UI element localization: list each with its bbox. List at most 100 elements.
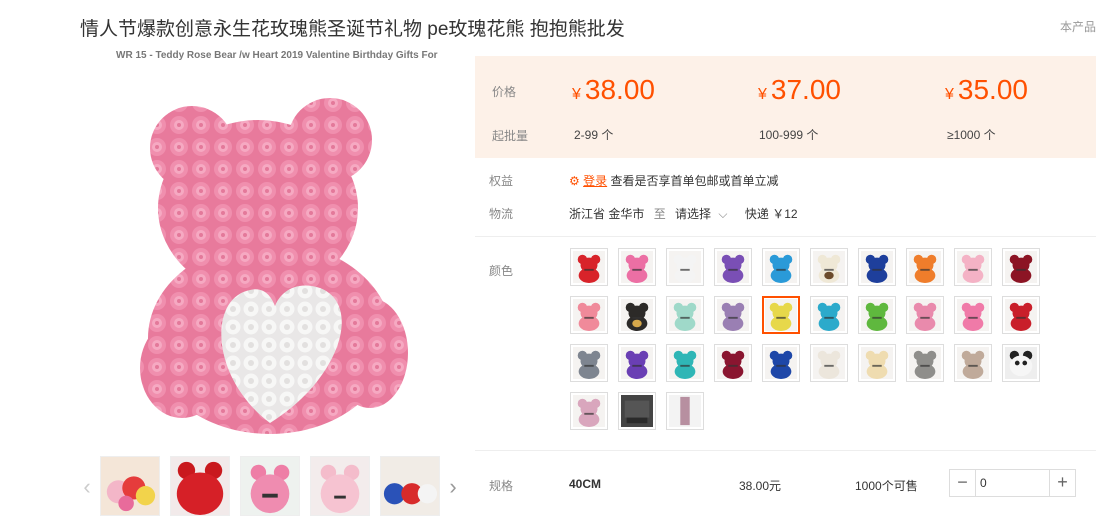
thumbnail-prev-icon[interactable]: ‹ [80, 474, 94, 500]
benefits-text: 查看是否享首单包邮或首单立减 [610, 174, 779, 188]
rose-bear-illustration [140, 98, 408, 434]
color-swatch-image [669, 395, 701, 427]
color-swatch[interactable] [1002, 296, 1040, 334]
color-swatch[interactable] [906, 248, 944, 286]
colors-label: 颜色 [489, 264, 514, 278]
color-swatch[interactable] [954, 248, 992, 286]
color-swatch[interactable] [762, 296, 800, 334]
color-swatch[interactable] [618, 248, 656, 286]
color-swatch[interactable] [858, 344, 896, 382]
currency-symbol: ¥ [945, 86, 954, 103]
color-swatch[interactable] [810, 296, 848, 334]
thumbnail[interactable] [380, 456, 440, 516]
thumbnail-strip: ‹ › [80, 456, 470, 518]
product-title: 情人节爆款创意永生花玫瑰熊圣诞节礼物 pe玫瑰花熊 抱抱熊批发 [80, 19, 625, 40]
color-swatch-image [909, 347, 941, 379]
chevron-down-icon: ⌵ [718, 207, 728, 221]
color-swatch-image [813, 251, 845, 283]
color-swatch-image [957, 299, 989, 331]
color-swatch[interactable] [810, 344, 848, 382]
thumbnail[interactable] [310, 456, 370, 516]
color-swatch[interactable] [714, 296, 752, 334]
color-swatch[interactable] [618, 296, 656, 334]
price-tier-3: ¥35.00 [945, 74, 1028, 106]
color-swatch-image [1005, 347, 1037, 379]
price-value: 35.00 [957, 74, 1028, 105]
currency-symbol: ¥ [758, 86, 767, 103]
color-swatch-image [861, 347, 893, 379]
color-swatch[interactable] [570, 296, 608, 334]
price-panel: 价格 起批量 ¥38.00 ¥37.00 ¥35.00 2-99 个 100-9… [475, 56, 1096, 158]
color-swatch-image [573, 347, 605, 379]
image-caption: WR 15 - Teddy Rose Bear /w Heart 2019 Va… [116, 50, 438, 61]
price-value: 37.00 [770, 74, 841, 105]
thumbnail[interactable] [100, 456, 160, 516]
logistics-row: 物流 浙江省 金华市 至 请选择 ⌵ 快递 ￥12 [475, 205, 1096, 221]
destination-select[interactable]: 请选择 ⌵ [675, 207, 731, 221]
login-link[interactable]: 登录 [583, 174, 607, 188]
color-swatch-image [909, 251, 941, 283]
spec-size: 40CM [569, 477, 602, 491]
color-swatch[interactable] [1002, 344, 1040, 382]
color-swatch-image [669, 251, 701, 283]
decrement-button[interactable]: − [950, 470, 976, 496]
qty-tier-2: 100-999 个 [759, 128, 819, 142]
logistics-value: 浙江省 金华市 至 请选择 ⌵ 快递 ￥12 [569, 205, 798, 222]
price-tier-2: ¥37.00 [758, 74, 841, 106]
increment-button[interactable]: + [1049, 470, 1075, 496]
color-swatch[interactable] [762, 344, 800, 382]
color-swatch-image [573, 395, 605, 427]
color-swatch[interactable] [762, 248, 800, 286]
spec-stock: 1000个可售 [855, 479, 918, 493]
quantity-input[interactable] [980, 473, 1040, 493]
color-swatch[interactable] [570, 344, 608, 382]
color-swatch-image [813, 347, 845, 379]
min-order-label: 起批量 [492, 129, 529, 143]
color-swatch[interactable] [858, 296, 896, 334]
color-swatch[interactable] [570, 248, 608, 286]
quantity-stepper: − + [949, 469, 1076, 497]
color-swatch[interactable] [666, 296, 704, 334]
color-swatch-image [765, 347, 797, 379]
color-swatch[interactable] [666, 344, 704, 382]
color-swatch[interactable] [714, 344, 752, 382]
color-swatch[interactable] [858, 248, 896, 286]
color-swatch[interactable] [618, 392, 656, 430]
spec-price: 38.00元 [739, 479, 782, 493]
color-swatch[interactable] [906, 344, 944, 382]
color-swatch-image [909, 299, 941, 331]
color-swatch[interactable] [906, 296, 944, 334]
thumbnail-image [101, 457, 159, 515]
color-swatch[interactable] [954, 344, 992, 382]
spec-row: 规格 40CM 38.00元 1000个可售 − + [475, 465, 1096, 505]
color-swatch[interactable] [666, 248, 704, 286]
divider [475, 236, 1096, 237]
color-swatch[interactable] [666, 392, 704, 430]
color-swatch[interactable] [954, 296, 992, 334]
color-swatch[interactable] [618, 344, 656, 382]
color-swatch-image [861, 251, 893, 283]
thumbnail-next-icon[interactable]: › [446, 474, 460, 500]
price-value: 38.00 [584, 74, 655, 105]
thumbnail-image [311, 457, 369, 515]
color-swatch[interactable] [714, 248, 752, 286]
color-swatch-image [717, 251, 749, 283]
color-swatch[interactable] [570, 392, 608, 430]
thumbnail[interactable] [240, 456, 300, 516]
price-label: 价格 [492, 85, 517, 99]
benefits-row: 权益 ⚙ 登录 查看是否享首单包邮或首单立减 [475, 172, 1096, 188]
color-swatch-image [861, 299, 893, 331]
color-swatch[interactable] [1002, 248, 1040, 286]
color-swatch-image [765, 251, 797, 283]
color-swatch-image [813, 299, 845, 331]
ship-origin: 浙江省 金华市 [569, 207, 645, 221]
thumbnail[interactable] [170, 456, 230, 516]
color-swatch[interactable] [810, 248, 848, 286]
color-swatch-image [717, 299, 749, 331]
color-swatch-image [717, 347, 749, 379]
color-swatch-image [573, 299, 605, 331]
destination-value: 请选择 [675, 207, 712, 221]
color-swatch-image [1005, 251, 1037, 283]
spec-label: 规格 [489, 479, 514, 493]
color-swatch-image [621, 299, 653, 331]
